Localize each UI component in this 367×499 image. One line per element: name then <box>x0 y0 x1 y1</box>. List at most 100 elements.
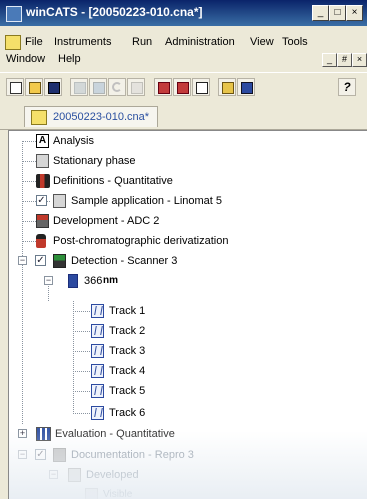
tree-node-label: Detection - Scanner 3 <box>71 255 178 267</box>
document-icon <box>31 110 47 125</box>
tree-node-label: Stationary phase <box>53 155 136 167</box>
menu-help[interactable]: Help <box>58 53 81 65</box>
open-file-button[interactable] <box>25 78 43 96</box>
track-icon <box>91 364 104 378</box>
tree-node-track[interactable]: Track 3 <box>9 341 367 361</box>
sample-application-checkbox[interactable]: ✓ <box>36 195 47 206</box>
detection-checkbox[interactable]: ✓ <box>35 255 46 266</box>
track-icon <box>91 406 104 420</box>
menu-run[interactable]: Run <box>132 36 152 48</box>
tree-node-developed[interactable]: − Developed <box>9 465 367 485</box>
evaluation-icon <box>36 427 51 441</box>
mdi-minimize-button[interactable]: _ <box>322 53 337 67</box>
tree-node-wavelength[interactable]: − 366 nm <box>9 271 367 291</box>
window-layout-icon <box>241 82 253 94</box>
close-button[interactable]: × <box>346 5 363 21</box>
document-icon[interactable] <box>5 35 21 50</box>
tree-node-sample-application[interactable]: ✓ Sample application - Linomat 5 <box>9 191 367 211</box>
plate-icon <box>68 468 81 482</box>
tree-node-label: Visible <box>103 489 133 499</box>
tree-node-detection[interactable]: − ✓ Detection - Scanner 3 <box>9 251 367 271</box>
insert-icon <box>93 82 105 94</box>
expand-toggle[interactable]: + <box>18 429 27 438</box>
copy-button[interactable] <box>70 78 88 96</box>
tree-node-derivatization[interactable]: Post-chromatographic derivatization <box>9 231 367 251</box>
window-title: winCATS - [20050223-010.cna*] <box>26 5 203 19</box>
collapse-toggle[interactable]: − <box>49 470 58 479</box>
menu-bar: File Instruments Run Administration View… <box>0 34 367 51</box>
new-file-button[interactable] <box>6 78 24 96</box>
window-layout-button[interactable] <box>237 78 255 96</box>
save-button[interactable] <box>44 78 62 96</box>
wavelength-unit: nm <box>103 275 118 286</box>
edit-button[interactable] <box>127 78 145 96</box>
printer-setup-icon <box>177 82 189 94</box>
tree-node-label: Definitions - Quantitative <box>53 175 173 187</box>
maximize-button[interactable]: □ <box>329 5 346 21</box>
help-button[interactable]: ? <box>338 78 356 96</box>
app-icon <box>6 6 22 22</box>
tree-node-label: Track 6 <box>109 407 146 419</box>
tree-node-label: Documentation - Repro 3 <box>71 449 194 461</box>
documentation-checkbox[interactable]: ✓ <box>35 449 46 460</box>
print-preview-icon <box>196 82 208 94</box>
collapse-toggle[interactable]: − <box>18 450 27 459</box>
track-icon <box>91 384 104 398</box>
tree-node-track[interactable]: Track 2 <box>9 321 367 341</box>
insert-button[interactable] <box>89 78 107 96</box>
tree-node-label: Evaluation - Quantitative <box>55 428 175 440</box>
minimize-button[interactable]: _ <box>312 5 329 21</box>
new-file-icon <box>10 82 22 94</box>
menu-file[interactable]: File <box>25 36 43 48</box>
tree-node-stationary-phase[interactable]: Stationary phase <box>9 151 367 171</box>
tree-node-documentation[interactable]: − ✓ Documentation - Repro 3 <box>9 445 367 465</box>
document-tab-strip: 20050223-010.cna* <box>0 103 367 130</box>
track-icon <box>91 304 104 318</box>
refresh-icon <box>112 82 122 92</box>
tab-document[interactable]: 20050223-010.cna* <box>24 106 159 127</box>
print-button[interactable] <box>154 78 172 96</box>
camera-icon <box>53 448 66 462</box>
menu-instruments[interactable]: Instruments <box>54 36 111 48</box>
tree-node-label: Track 4 <box>109 365 146 377</box>
tree-node-label: Post-chromatographic derivatization <box>53 235 229 247</box>
report-icon <box>222 82 234 94</box>
refresh-button[interactable] <box>108 78 126 96</box>
tree-node-track[interactable]: Track 4 <box>9 361 367 381</box>
tree-node-label: Track 5 <box>109 385 146 397</box>
image-icon <box>85 488 98 499</box>
mdi-close-button[interactable]: × <box>352 53 367 67</box>
menu-view[interactable]: View <box>250 36 274 48</box>
tree-node-label: Track 3 <box>109 345 146 357</box>
collapse-toggle[interactable]: − <box>44 276 53 285</box>
title-bar[interactable]: winCATS - [20050223-010.cna*] _ □ × <box>0 0 367 26</box>
edit-icon <box>131 82 143 94</box>
toolbar: ? <box>0 72 367 104</box>
printer-icon <box>158 82 170 94</box>
tree-node-visible[interactable]: Visible <box>9 485 367 499</box>
spray-icon <box>36 234 46 248</box>
tree-node-evaluation[interactable]: + Evaluation - Quantitative <box>9 424 367 444</box>
app-window: winCATS - [20050223-010.cna*] _ □ × File… <box>0 0 367 499</box>
tree-node-track[interactable]: Track 5 <box>9 381 367 401</box>
print-setup-button[interactable] <box>173 78 191 96</box>
tree-node-label: Developed <box>86 469 139 481</box>
menu-administration[interactable]: Administration <box>165 36 235 48</box>
report-button[interactable] <box>218 78 236 96</box>
copy-icon <box>74 82 86 94</box>
print-preview-button[interactable] <box>192 78 210 96</box>
menu-tools[interactable]: Tools <box>282 36 308 48</box>
mdi-restore-button[interactable]: # <box>337 53 352 67</box>
tree-node-label: Analysis <box>53 135 94 147</box>
adc-icon <box>36 214 49 228</box>
tree-node-track[interactable]: Track 6 <box>9 403 367 423</box>
floppy-disk-icon <box>48 82 60 94</box>
tree-node-analysis[interactable]: A Analysis <box>9 131 367 151</box>
wavelength-icon <box>68 274 78 288</box>
wavelength-value: 366 <box>84 275 103 287</box>
menu-window[interactable]: Window <box>6 53 45 65</box>
tree-node-development[interactable]: Development - ADC 2 <box>9 211 367 231</box>
tree-node-track[interactable]: Track 1 <box>9 301 367 321</box>
tree-node-definitions[interactable]: Definitions - Quantitative <box>9 171 367 191</box>
collapse-toggle[interactable]: − <box>18 256 27 265</box>
